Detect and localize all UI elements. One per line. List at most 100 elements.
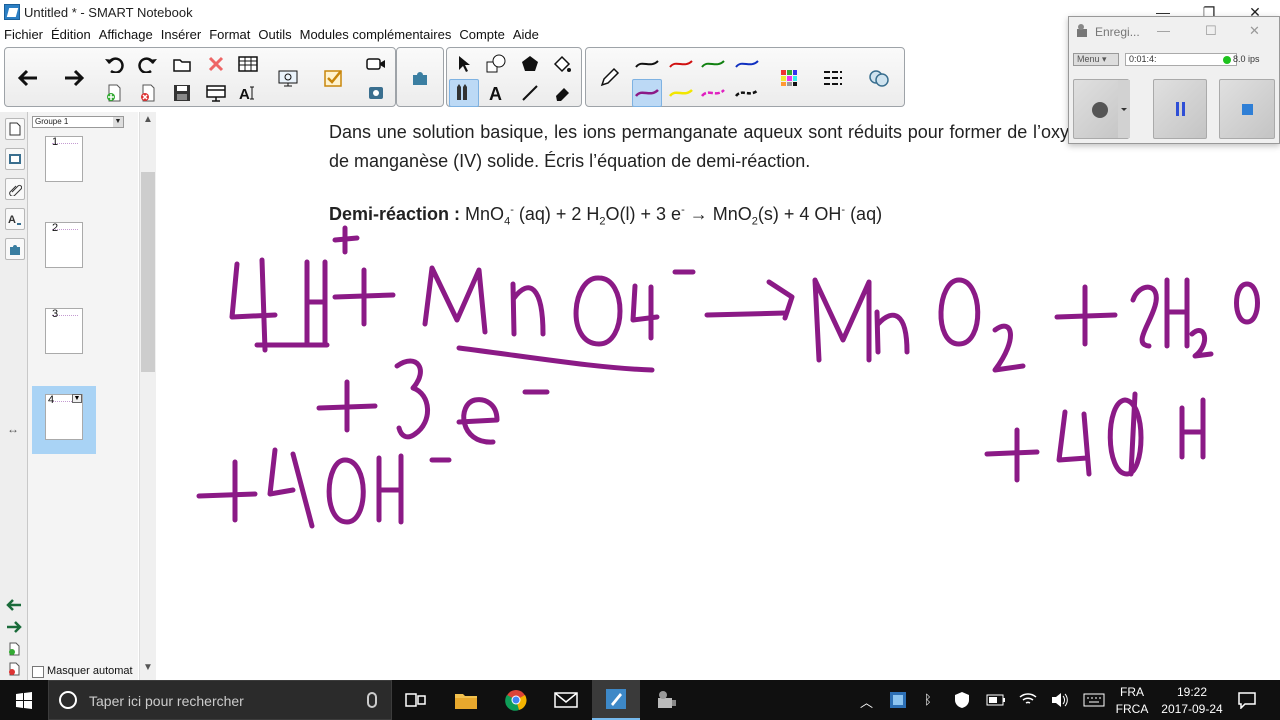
pen-black-button[interactable] bbox=[632, 50, 662, 78]
eraser-tool-button[interactable] bbox=[547, 79, 577, 107]
scroll-up-icon[interactable]: ▲ bbox=[140, 114, 156, 130]
scrollbar-thumb[interactable] bbox=[141, 172, 155, 372]
addons-button[interactable] bbox=[405, 64, 435, 92]
scroll-down-icon[interactable]: ▼ bbox=[140, 662, 156, 678]
object-effects-button[interactable] bbox=[864, 64, 894, 92]
tray-app-icon[interactable] bbox=[889, 691, 907, 714]
widgets-button[interactable] bbox=[361, 79, 391, 107]
properties-tab[interactable]: A bbox=[5, 208, 25, 230]
text-tool-button[interactable]: A bbox=[481, 79, 511, 107]
previous-page-button[interactable] bbox=[13, 64, 43, 92]
line-tool-button[interactable] bbox=[515, 79, 545, 107]
chrome-button[interactable] bbox=[492, 680, 540, 720]
open-file-button[interactable] bbox=[167, 50, 197, 78]
regular-polygon-button[interactable] bbox=[515, 50, 545, 78]
whiteboard-canvas[interactable]: Dans une solution basique, les ions perm… bbox=[157, 112, 1280, 680]
touch-keyboard-icon[interactable] bbox=[1083, 693, 1105, 712]
defender-icon[interactable] bbox=[954, 691, 970, 714]
thumbnail-menu-chevron-icon[interactable]: ▼ bbox=[72, 394, 82, 403]
screen-recorder-window[interactable]: Enregi... — ☐ ✕ Menu ▾ 0:01:4: 8.0 ips bbox=[1068, 16, 1280, 144]
pen-blue-button[interactable] bbox=[732, 50, 762, 78]
file-explorer-button[interactable] bbox=[442, 680, 490, 720]
taskbar-search-box[interactable]: Taper ici pour rechercher bbox=[48, 680, 392, 720]
gallery-tab[interactable] bbox=[5, 148, 25, 170]
recorder-minimize-icon[interactable]: — bbox=[1157, 23, 1170, 38]
auto-hide-checkbox[interactable] bbox=[32, 666, 44, 678]
menu-fichier[interactable]: Fichier bbox=[0, 27, 47, 42]
move-right-button[interactable] bbox=[6, 620, 22, 639]
table-button[interactable] bbox=[233, 50, 263, 78]
attachments-tab[interactable] bbox=[5, 178, 25, 200]
battery-icon[interactable] bbox=[986, 693, 1006, 711]
document-camera-button[interactable] bbox=[273, 64, 303, 92]
vertical-scrollbar[interactable]: ▲ ▼ bbox=[139, 112, 156, 680]
delete-button[interactable] bbox=[201, 50, 231, 78]
volume-icon[interactable] bbox=[1051, 692, 1069, 713]
undo-button[interactable] bbox=[99, 50, 129, 78]
recorder-taskbar-button[interactable] bbox=[642, 680, 690, 720]
group-dropdown[interactable]: Groupe 1 ▼ bbox=[32, 116, 124, 128]
next-page-button[interactable] bbox=[59, 64, 89, 92]
color-palette-button[interactable] bbox=[774, 64, 804, 92]
menu-affichage[interactable]: Affichage bbox=[95, 27, 157, 42]
action-center-button[interactable] bbox=[1238, 691, 1256, 714]
page-thumbnail-2[interactable]: 2 bbox=[32, 218, 96, 286]
start-button[interactable] bbox=[0, 680, 48, 720]
pen-black-dashed-button[interactable] bbox=[732, 79, 762, 107]
pen-purple-button[interactable] bbox=[632, 79, 662, 107]
smart-notebook-taskbar-button[interactable] bbox=[592, 680, 640, 720]
pause-button[interactable] bbox=[1153, 79, 1207, 139]
record-button[interactable] bbox=[1073, 79, 1130, 139]
menu-modules[interactable]: Modules complémentaires bbox=[296, 27, 456, 42]
text-recognition-button[interactable]: A bbox=[233, 79, 263, 107]
fill-tool-button[interactable] bbox=[547, 50, 577, 78]
bluetooth-icon[interactable]: ᛒ bbox=[924, 692, 932, 707]
redo-button[interactable] bbox=[133, 50, 163, 78]
menu-inserer[interactable]: Insérer bbox=[157, 27, 205, 42]
clock-date[interactable]: 2017-09-24 bbox=[1150, 702, 1234, 716]
screen-shade-button[interactable] bbox=[201, 79, 231, 107]
pen-red-button[interactable] bbox=[666, 50, 696, 78]
page-thumbnail-3[interactable]: 3 bbox=[32, 304, 96, 372]
video-button[interactable] bbox=[361, 50, 391, 78]
recorder-restore-icon[interactable]: ☐ bbox=[1205, 23, 1217, 39]
clock-time[interactable]: 19:22 bbox=[1156, 685, 1228, 699]
show-hidden-icons-icon[interactable]: ︿ bbox=[860, 692, 873, 711]
pen-yellow-button[interactable] bbox=[666, 79, 696, 107]
remove-page-button[interactable] bbox=[7, 662, 21, 681]
activity-builder-button[interactable] bbox=[319, 64, 349, 92]
addons-tab[interactable] bbox=[5, 238, 25, 260]
task-view-button[interactable] bbox=[392, 680, 440, 720]
wifi-icon[interactable] bbox=[1019, 691, 1037, 712]
recorder-menu-dropdown[interactable]: Menu ▾ bbox=[1073, 53, 1119, 66]
menu-compte[interactable]: Compte bbox=[455, 27, 509, 42]
input-language[interactable]: FRA bbox=[1116, 685, 1148, 699]
chrome-icon bbox=[505, 690, 527, 711]
shapes-tool-button[interactable] bbox=[481, 50, 511, 78]
menu-aide[interactable]: Aide bbox=[509, 27, 543, 42]
thumbnail-image bbox=[45, 222, 83, 268]
stop-button[interactable] bbox=[1219, 79, 1275, 139]
pen-magenta-button[interactable] bbox=[698, 79, 728, 107]
add-page-button[interactable] bbox=[99, 79, 129, 107]
menu-outils[interactable]: Outils bbox=[254, 27, 295, 42]
recorder-close-icon[interactable]: ✕ bbox=[1249, 23, 1260, 39]
mail-button[interactable] bbox=[542, 680, 590, 720]
keyboard-layout[interactable]: FRCA bbox=[1112, 702, 1152, 716]
insert-page-button[interactable] bbox=[7, 642, 21, 661]
move-left-button[interactable] bbox=[6, 598, 22, 617]
resize-arrows-icon[interactable]: ↔ bbox=[7, 422, 19, 436]
delete-page-button[interactable] bbox=[133, 79, 163, 107]
select-tool-button[interactable] bbox=[449, 50, 479, 78]
pen-type-button[interactable] bbox=[594, 64, 624, 92]
pens-tool-button[interactable] bbox=[449, 79, 479, 107]
menu-edition[interactable]: Édition bbox=[47, 27, 95, 42]
page-thumbnail-1[interactable]: 1 bbox=[32, 132, 96, 200]
microphone-icon[interactable] bbox=[367, 692, 377, 708]
save-button[interactable] bbox=[167, 79, 197, 107]
page-thumbnail-4[interactable]: 4 ▼ bbox=[32, 386, 96, 454]
pen-green-button[interactable] bbox=[698, 50, 728, 78]
page-sorter-tab[interactable] bbox=[5, 118, 25, 140]
menu-format[interactable]: Format bbox=[205, 27, 254, 42]
line-style-button[interactable] bbox=[818, 64, 848, 92]
